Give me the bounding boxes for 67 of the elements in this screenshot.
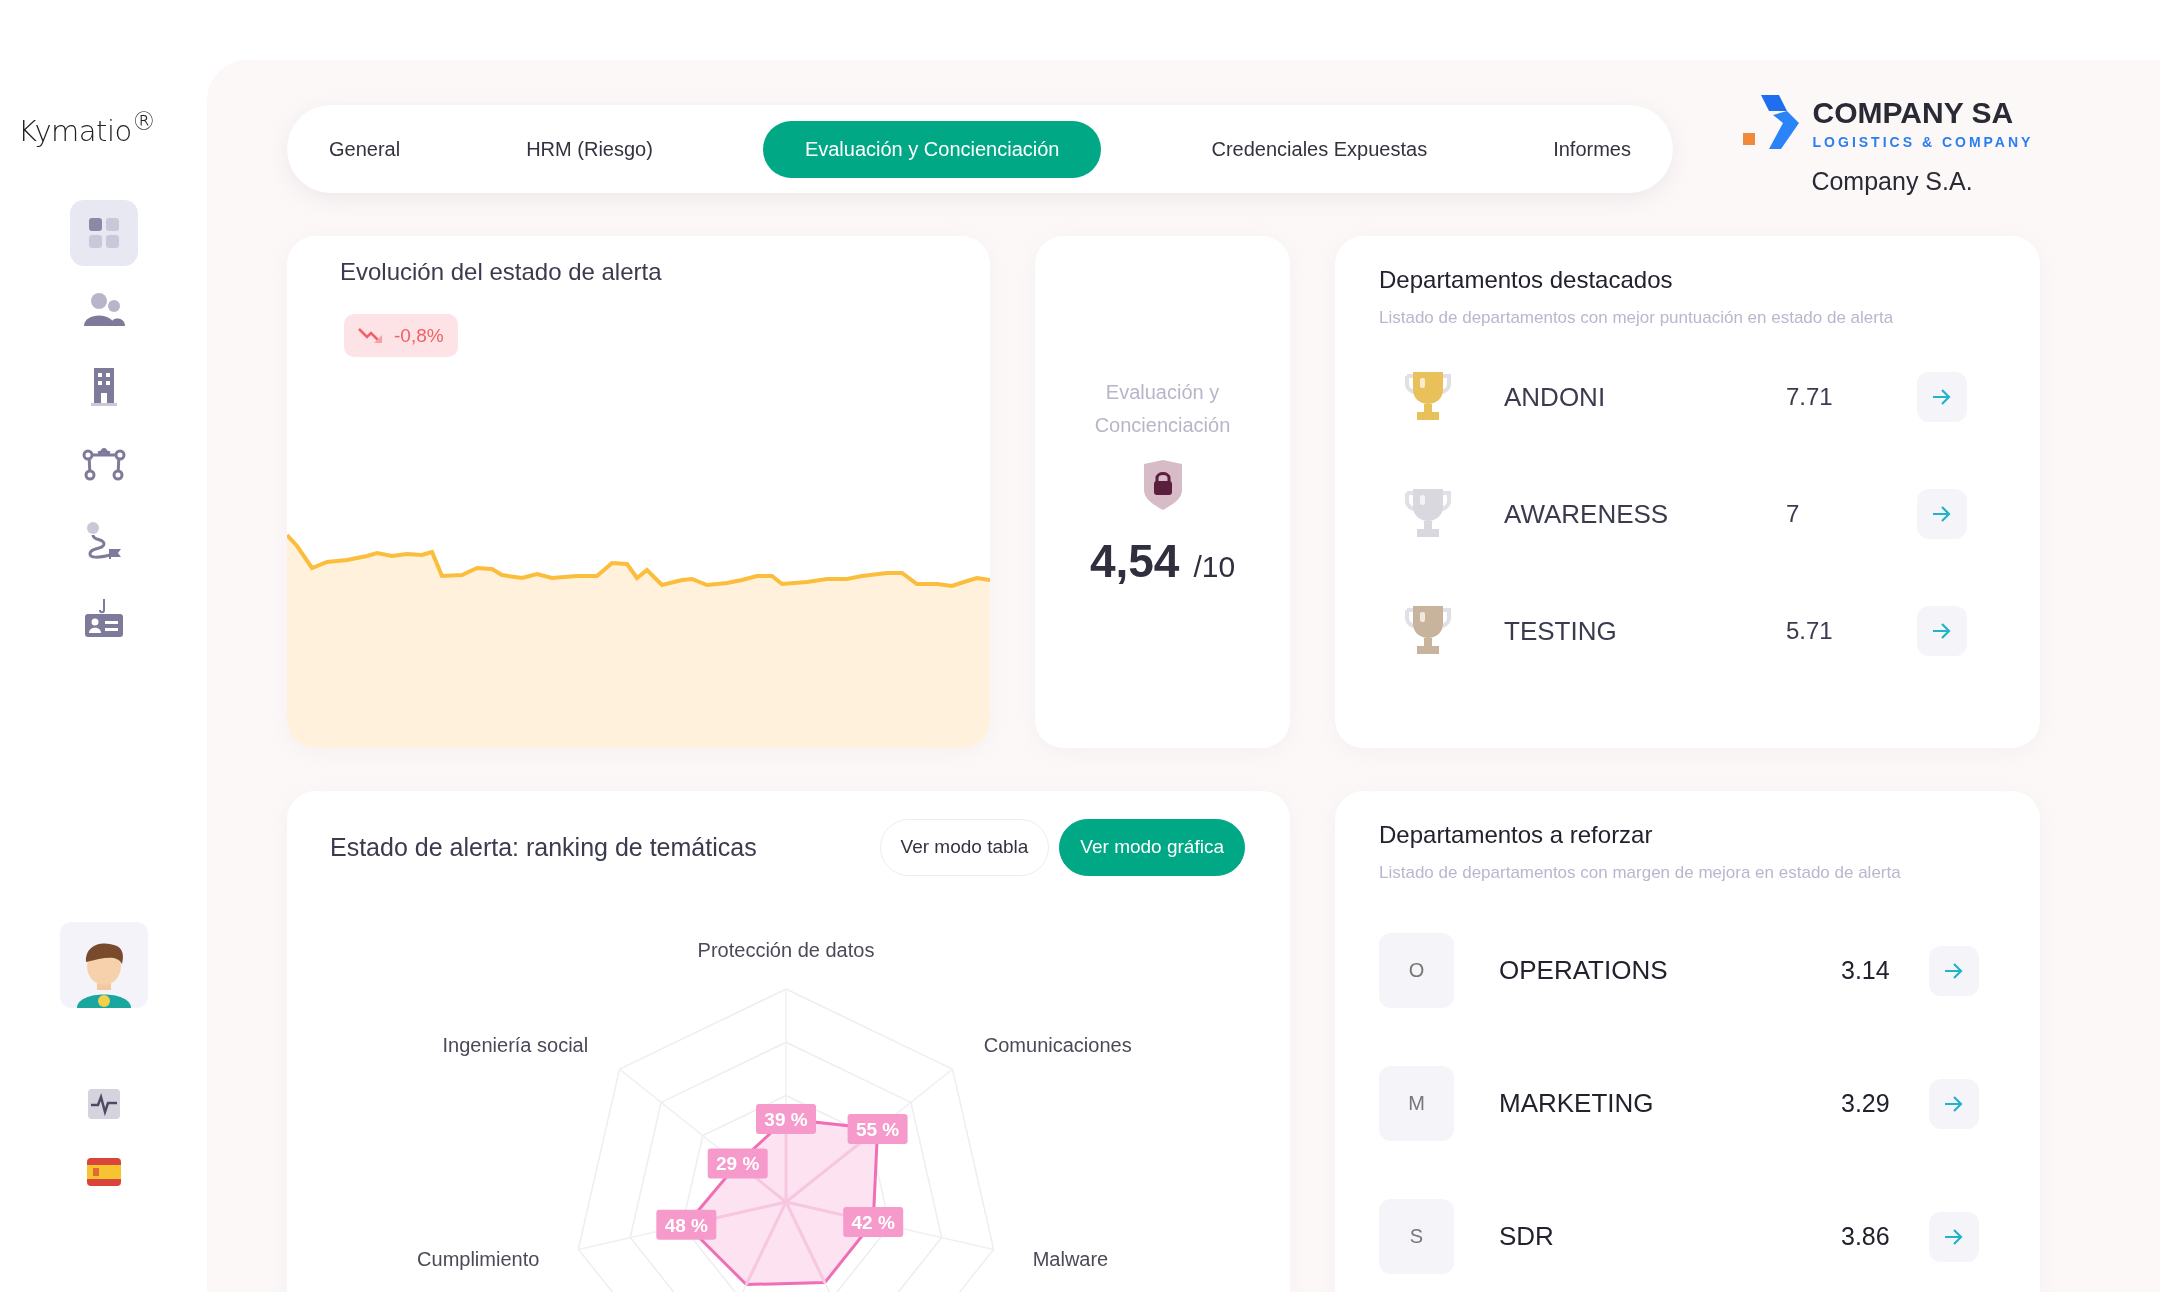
arrow-right-icon — [1932, 388, 1952, 406]
card-subtitle: Listado de departamentos con mejor puntuación en estado de alerta — [1379, 308, 1895, 328]
open-button[interactable] — [1917, 606, 1967, 656]
building-icon — [88, 366, 119, 407]
value-label: 29 % — [707, 1148, 768, 1179]
tab[interactable]: Informes — [1537, 120, 1647, 178]
brand-logo: Kymatio$^{®}$ — [18, 108, 156, 148]
card-subtitle: Listado de departamentos con margen de mejora en estado de alerta — [1379, 863, 1902, 883]
axis-label: Protección de datos — [697, 939, 875, 961]
open-button[interactable] — [1917, 489, 1967, 539]
tab[interactable]: HRM (Riesgo) — [510, 120, 669, 178]
arrow-right-icon — [1932, 622, 1952, 640]
axis-label: Malware — [1032, 1248, 1109, 1271]
nodes-icon — [81, 446, 126, 481]
department-score: 7.71 — [1786, 383, 1834, 411]
value-label: 48 % — [656, 1209, 717, 1240]
department-name: SDR — [1499, 1221, 1555, 1252]
card-title: Evolución del estado de alerta — [340, 258, 663, 286]
department-initial: S — [1379, 1199, 1454, 1274]
department-initial: O — [1379, 933, 1454, 1008]
department-score: 5.71 — [1786, 617, 1834, 645]
dashboard-icon — [86, 215, 121, 250]
card-title: Departamentos destacados — [1379, 266, 1674, 294]
change-badge: -0,8% — [344, 314, 458, 357]
user-avatar[interactable] — [59, 922, 148, 1008]
value-label: 55 % — [847, 1113, 908, 1144]
company-name: COMPANY SA — [1812, 96, 2015, 130]
department-score: 7 — [1786, 500, 1801, 528]
open-button[interactable] — [1929, 945, 1979, 996]
company-tagline: LOGISTICS & COMPANY — [1812, 134, 2034, 150]
score-max: /10 — [1193, 550, 1236, 584]
open-button[interactable] — [1929, 1078, 1979, 1129]
tab[interactable]: Credenciales Expuestas — [1195, 120, 1444, 178]
trend-down-icon — [358, 326, 384, 345]
department-score: 3.86 — [1841, 1222, 1891, 1251]
company-caption: Company S.A. — [1811, 167, 1973, 196]
shield-lock-icon — [1141, 460, 1184, 510]
value-label: 39 % — [756, 1103, 816, 1134]
activity-icon[interactable] — [86, 1088, 121, 1120]
id-card-hook-icon — [82, 597, 125, 638]
sidebar-item[interactable] — [69, 199, 138, 266]
view-toggle-button[interactable]: Ver modo tabla — [879, 818, 1050, 876]
axis-label: Comunicaciones — [983, 1034, 1132, 1057]
department-name: ANDONI — [1504, 381, 1607, 413]
open-button[interactable] — [1917, 372, 1967, 422]
score-label: Evaluación y Concienciación — [1093, 380, 1232, 438]
department-score: 3.14 — [1841, 956, 1891, 985]
department-name: OPERATIONS — [1499, 955, 1669, 986]
arrow-right-icon — [1932, 505, 1952, 523]
department-name: MARKETING — [1499, 1088, 1655, 1119]
open-button[interactable] — [1929, 1211, 1979, 1262]
score-value: 4,54 — [1089, 534, 1180, 588]
axis-label: Cumplimiento — [417, 1248, 540, 1271]
tab[interactable]: General — [313, 120, 417, 178]
department-initial: M — [1379, 1066, 1454, 1141]
department-name: AWARENESS — [1504, 498, 1670, 530]
arrow-right-icon — [1944, 1227, 1964, 1246]
card-title: Estado de alerta: ranking de temáticas — [330, 832, 758, 862]
department-name: TESTING — [1504, 615, 1618, 647]
department-score: 3.29 — [1841, 1089, 1891, 1118]
axis-label: Ingeniería social — [442, 1034, 589, 1057]
arrow-right-icon — [1944, 961, 1964, 980]
value-label: 42 % — [843, 1206, 904, 1237]
users-icon — [81, 291, 126, 328]
card-title: Departamentos a reforzar — [1379, 821, 1654, 849]
arrow-right-icon — [1944, 1094, 1964, 1113]
spain-flag-icon[interactable] — [86, 1158, 121, 1186]
